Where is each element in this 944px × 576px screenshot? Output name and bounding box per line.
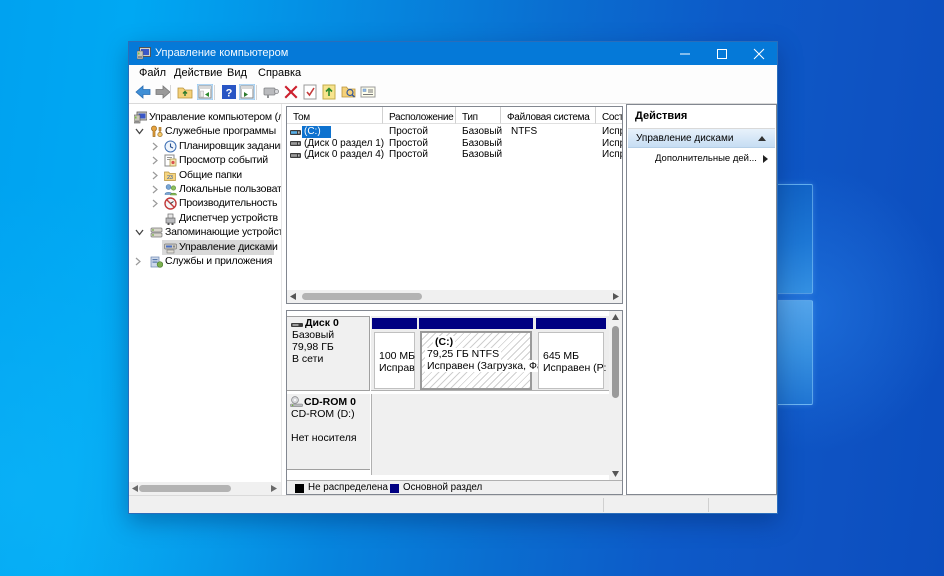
svg-text:?: ? [226, 88, 233, 100]
svg-text:23: 23 [167, 175, 173, 181]
